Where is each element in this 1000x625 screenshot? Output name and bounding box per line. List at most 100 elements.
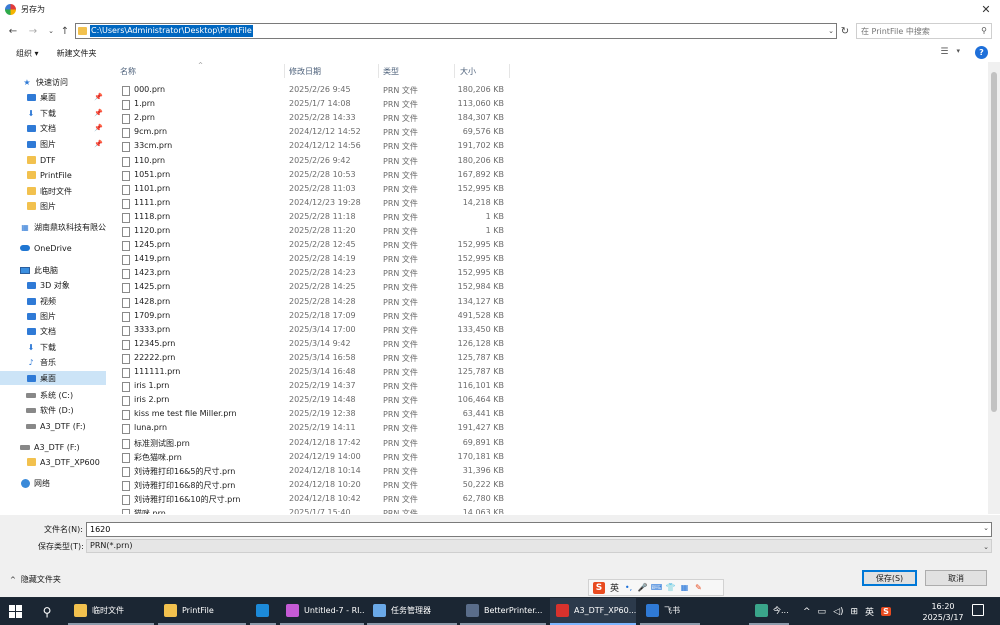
taskbar-app-button[interactable]: PrintFile: [158, 598, 246, 625]
taskbar-app-button[interactable]: [250, 598, 276, 625]
taskbar-app-button[interactable]: 飞书: [640, 598, 700, 625]
notification-icon[interactable]: [972, 604, 984, 616]
file-row[interactable]: 12345.prn 2025/3/14 9:42 PRN 文件 126,128 KB: [112, 338, 632, 352]
file-row[interactable]: 3333.prn 2025/3/14 17:00 PRN 文件 133,450 KB: [112, 324, 632, 338]
ime-language-icon[interactable]: 英: [865, 605, 874, 618]
sidebar-item[interactable]: OneDrive: [0, 241, 106, 255]
battery-icon[interactable]: ▭: [818, 607, 827, 617]
file-row[interactable]: 22222.prn 2025/3/14 16:58 PRN 文件 125,787 KB: [112, 352, 632, 366]
taskbar-app-button[interactable]: Untitled-7 - RI...: [280, 598, 364, 625]
sidebar-item[interactable]: 系统 (C:): [0, 388, 106, 402]
sidebar-item[interactable]: 软件 (D:): [0, 403, 106, 417]
file-row[interactable]: luna.prn 2025/2/19 14:11 PRN 文件 191,427 KB: [112, 422, 632, 436]
sidebar-item[interactable]: 此电脑: [0, 263, 106, 277]
sidebar-item[interactable]: 文档 📌: [0, 121, 106, 135]
save-button[interactable]: 保存(S): [862, 570, 917, 586]
file-row[interactable]: iris 2.prn 2025/2/19 14:48 PRN 文件 106,464 K…: [112, 394, 632, 408]
sidebar-item[interactable]: 桌面: [0, 371, 106, 385]
up-arrow-icon[interactable]: ↑: [58, 24, 72, 38]
refresh-icon[interactable]: ↻: [838, 24, 852, 38]
chevron-down-icon[interactable]: ⌄: [983, 524, 989, 532]
file-row[interactable]: 1118.prn 2025/2/28 11:18 PRN 文件 1 KB: [112, 211, 632, 225]
file-row[interactable]: 彩色猫咪.prn 2024/12/19 14:00 PRN 文件 170,181 KB: [112, 451, 632, 465]
file-row[interactable]: 2.prn 2025/2/28 14:33 PRN 文件 184,307 KB: [112, 112, 632, 126]
sogou-ime-icon[interactable]: S: [593, 581, 605, 594]
chevron-up-icon[interactable]: ^: [803, 607, 811, 617]
forward-arrow-icon[interactable]: →: [26, 24, 40, 38]
sidebar-item[interactable]: 视频: [0, 294, 106, 308]
file-row[interactable]: 标准测试图.prn 2024/12/18 17:42 PRN 文件 69,891 KB: [112, 437, 632, 451]
filename-field[interactable]: ⌄: [86, 522, 992, 537]
search-input[interactable]: [857, 24, 975, 38]
back-arrow-icon[interactable]: ←: [6, 24, 20, 38]
sidebar-item[interactable]: A3_DTF (F:): [0, 419, 106, 433]
sidebar-item[interactable]: ▦ 湖南鼎玖科技有限公司: [0, 220, 106, 234]
help-icon[interactable]: ?: [975, 46, 988, 59]
file-row[interactable]: kiss me test file Miller.prn 2025/2/19 12…: [112, 408, 632, 422]
file-row[interactable]: 9cm.prn 2024/12/12 14:52 PRN 文件 69,576 KB: [112, 126, 632, 140]
microphone-icon[interactable]: 🎤: [638, 583, 648, 592]
search-box[interactable]: ⚲: [856, 23, 992, 39]
chevron-down-icon[interactable]: ⌄: [826, 24, 836, 38]
taskbar-app-button[interactable]: 今...: [749, 598, 789, 625]
skin-icon[interactable]: 👕: [666, 583, 676, 592]
taskbar-app-button[interactable]: A3_DTF_XP60...: [550, 598, 636, 625]
chevron-down-icon[interactable]: ⌄: [983, 541, 989, 553]
sidebar-item[interactable]: 图片: [0, 199, 106, 213]
sidebar-item[interactable]: DTF: [0, 153, 106, 167]
file-row[interactable]: 1428.prn 2025/2/28 14:28 PRN 文件 134,127 KB: [112, 296, 632, 310]
clock[interactable]: 16:20 2025/3/17: [922, 601, 964, 623]
sidebar-item[interactable]: PrintFile: [0, 168, 106, 182]
file-row[interactable]: 猫咪.prn 2025/1/7 15:40 PRN 文件 14,063 KB: [112, 507, 632, 514]
scrollbar-thumb[interactable]: [991, 72, 997, 412]
column-divider[interactable]: [454, 64, 455, 78]
column-header-size[interactable]: 大小: [460, 66, 476, 80]
ime-mode[interactable]: 英: [610, 581, 619, 594]
column-divider[interactable]: [284, 64, 285, 78]
file-row[interactable]: iris 1.prn 2025/2/19 14:37 PRN 文件 116,101 K…: [112, 380, 632, 394]
file-row[interactable]: 33cm.prn 2024/12/12 14:56 PRN 文件 191,702 KB: [112, 140, 632, 154]
file-row[interactable]: 刘诗雅打印16&10的尺寸.prn 2024/12/18 10:42 PRN 文件 6…: [112, 493, 632, 507]
file-row[interactable]: 111111.prn 2025/3/14 16:48 PRN 文件 125,787 K…: [112, 366, 632, 380]
address-bar[interactable]: C:\Users\Administrator\Desktop\PrintFile…: [75, 23, 837, 39]
address-path[interactable]: C:\Users\Administrator\Desktop\PrintFile: [90, 25, 253, 37]
sidebar-item[interactable]: ⬇ 下载 📌: [0, 106, 106, 120]
column-divider[interactable]: [378, 64, 379, 78]
taskbar-app-button[interactable]: 任务管理器: [367, 598, 457, 625]
file-row[interactable]: 1423.prn 2025/2/28 14:23 PRN 文件 152,995 KB: [112, 267, 632, 281]
punctuation-icon[interactable]: •,: [624, 583, 633, 592]
close-button[interactable]: ✕: [972, 0, 1000, 19]
column-header-name[interactable]: 名称: [120, 66, 136, 80]
file-row[interactable]: 刘诗雅打印16&5的尺寸.prn 2024/12/18 10:14 PRN 文件 31…: [112, 465, 632, 479]
sidebar-item[interactable]: 3D 对象: [0, 278, 106, 292]
cancel-button[interactable]: 取消: [925, 570, 987, 586]
taskbar-app-button[interactable]: 临时文件: [68, 598, 154, 625]
sidebar-item[interactable]: A3_DTF (F:): [0, 440, 106, 454]
file-row[interactable]: 刘诗雅打印16&8的尺寸.prn 2024/12/18 10:20 PRN 文件 50…: [112, 479, 632, 493]
file-row[interactable]: 1101.prn 2025/2/28 11:03 PRN 文件 152,995 KB: [112, 183, 632, 197]
file-row[interactable]: 1425.prn 2025/2/28 14:25 PRN 文件 152,984 KB: [112, 281, 632, 295]
sidebar-item[interactable]: 图片: [0, 309, 106, 323]
sidebar-item[interactable]: A3_DTF_XP600: [0, 455, 106, 469]
column-header-type[interactable]: 类型: [383, 66, 399, 80]
volume-icon[interactable]: ◁): [833, 607, 843, 617]
file-row[interactable]: 000.prn 2025/2/26 9:45 PRN 文件 180,206 KB: [112, 84, 632, 98]
file-row[interactable]: 1419.prn 2025/2/28 14:19 PRN 文件 152,995 KB: [112, 253, 632, 267]
file-row[interactable]: 1245.prn 2025/2/28 12:45 PRN 文件 152,995 KB: [112, 239, 632, 253]
new-folder-button[interactable]: 新建文件夹: [57, 48, 97, 59]
sidebar-item[interactable]: ★ 快速访问: [0, 75, 106, 89]
sidebar-item[interactable]: 桌面 📌: [0, 90, 106, 104]
file-row[interactable]: 1120.prn 2025/2/28 11:20 PRN 文件 1 KB: [112, 225, 632, 239]
column-divider[interactable]: [509, 64, 510, 78]
start-windows-icon[interactable]: [9, 605, 22, 618]
file-row[interactable]: 1709.prn 2025/2/18 17:09 PRN 文件 491,528 KB: [112, 310, 632, 324]
network-icon[interactable]: ⊞: [851, 607, 859, 617]
filename-input[interactable]: [87, 523, 967, 536]
chevron-down-icon[interactable]: ▾: [956, 47, 960, 57]
keyboard-icon[interactable]: ⌨: [651, 583, 663, 592]
sogou-tray-icon[interactable]: S: [881, 607, 891, 616]
sidebar-item[interactable]: 临时文件: [0, 184, 106, 198]
settings-icon[interactable]: ✎: [694, 583, 703, 592]
file-row[interactable]: 110.prn 2025/2/26 9:42 PRN 文件 180,206 KB: [112, 155, 632, 169]
file-row[interactable]: 1111.prn 2024/12/23 19:28 PRN 文件 14,218 KB: [112, 197, 632, 211]
